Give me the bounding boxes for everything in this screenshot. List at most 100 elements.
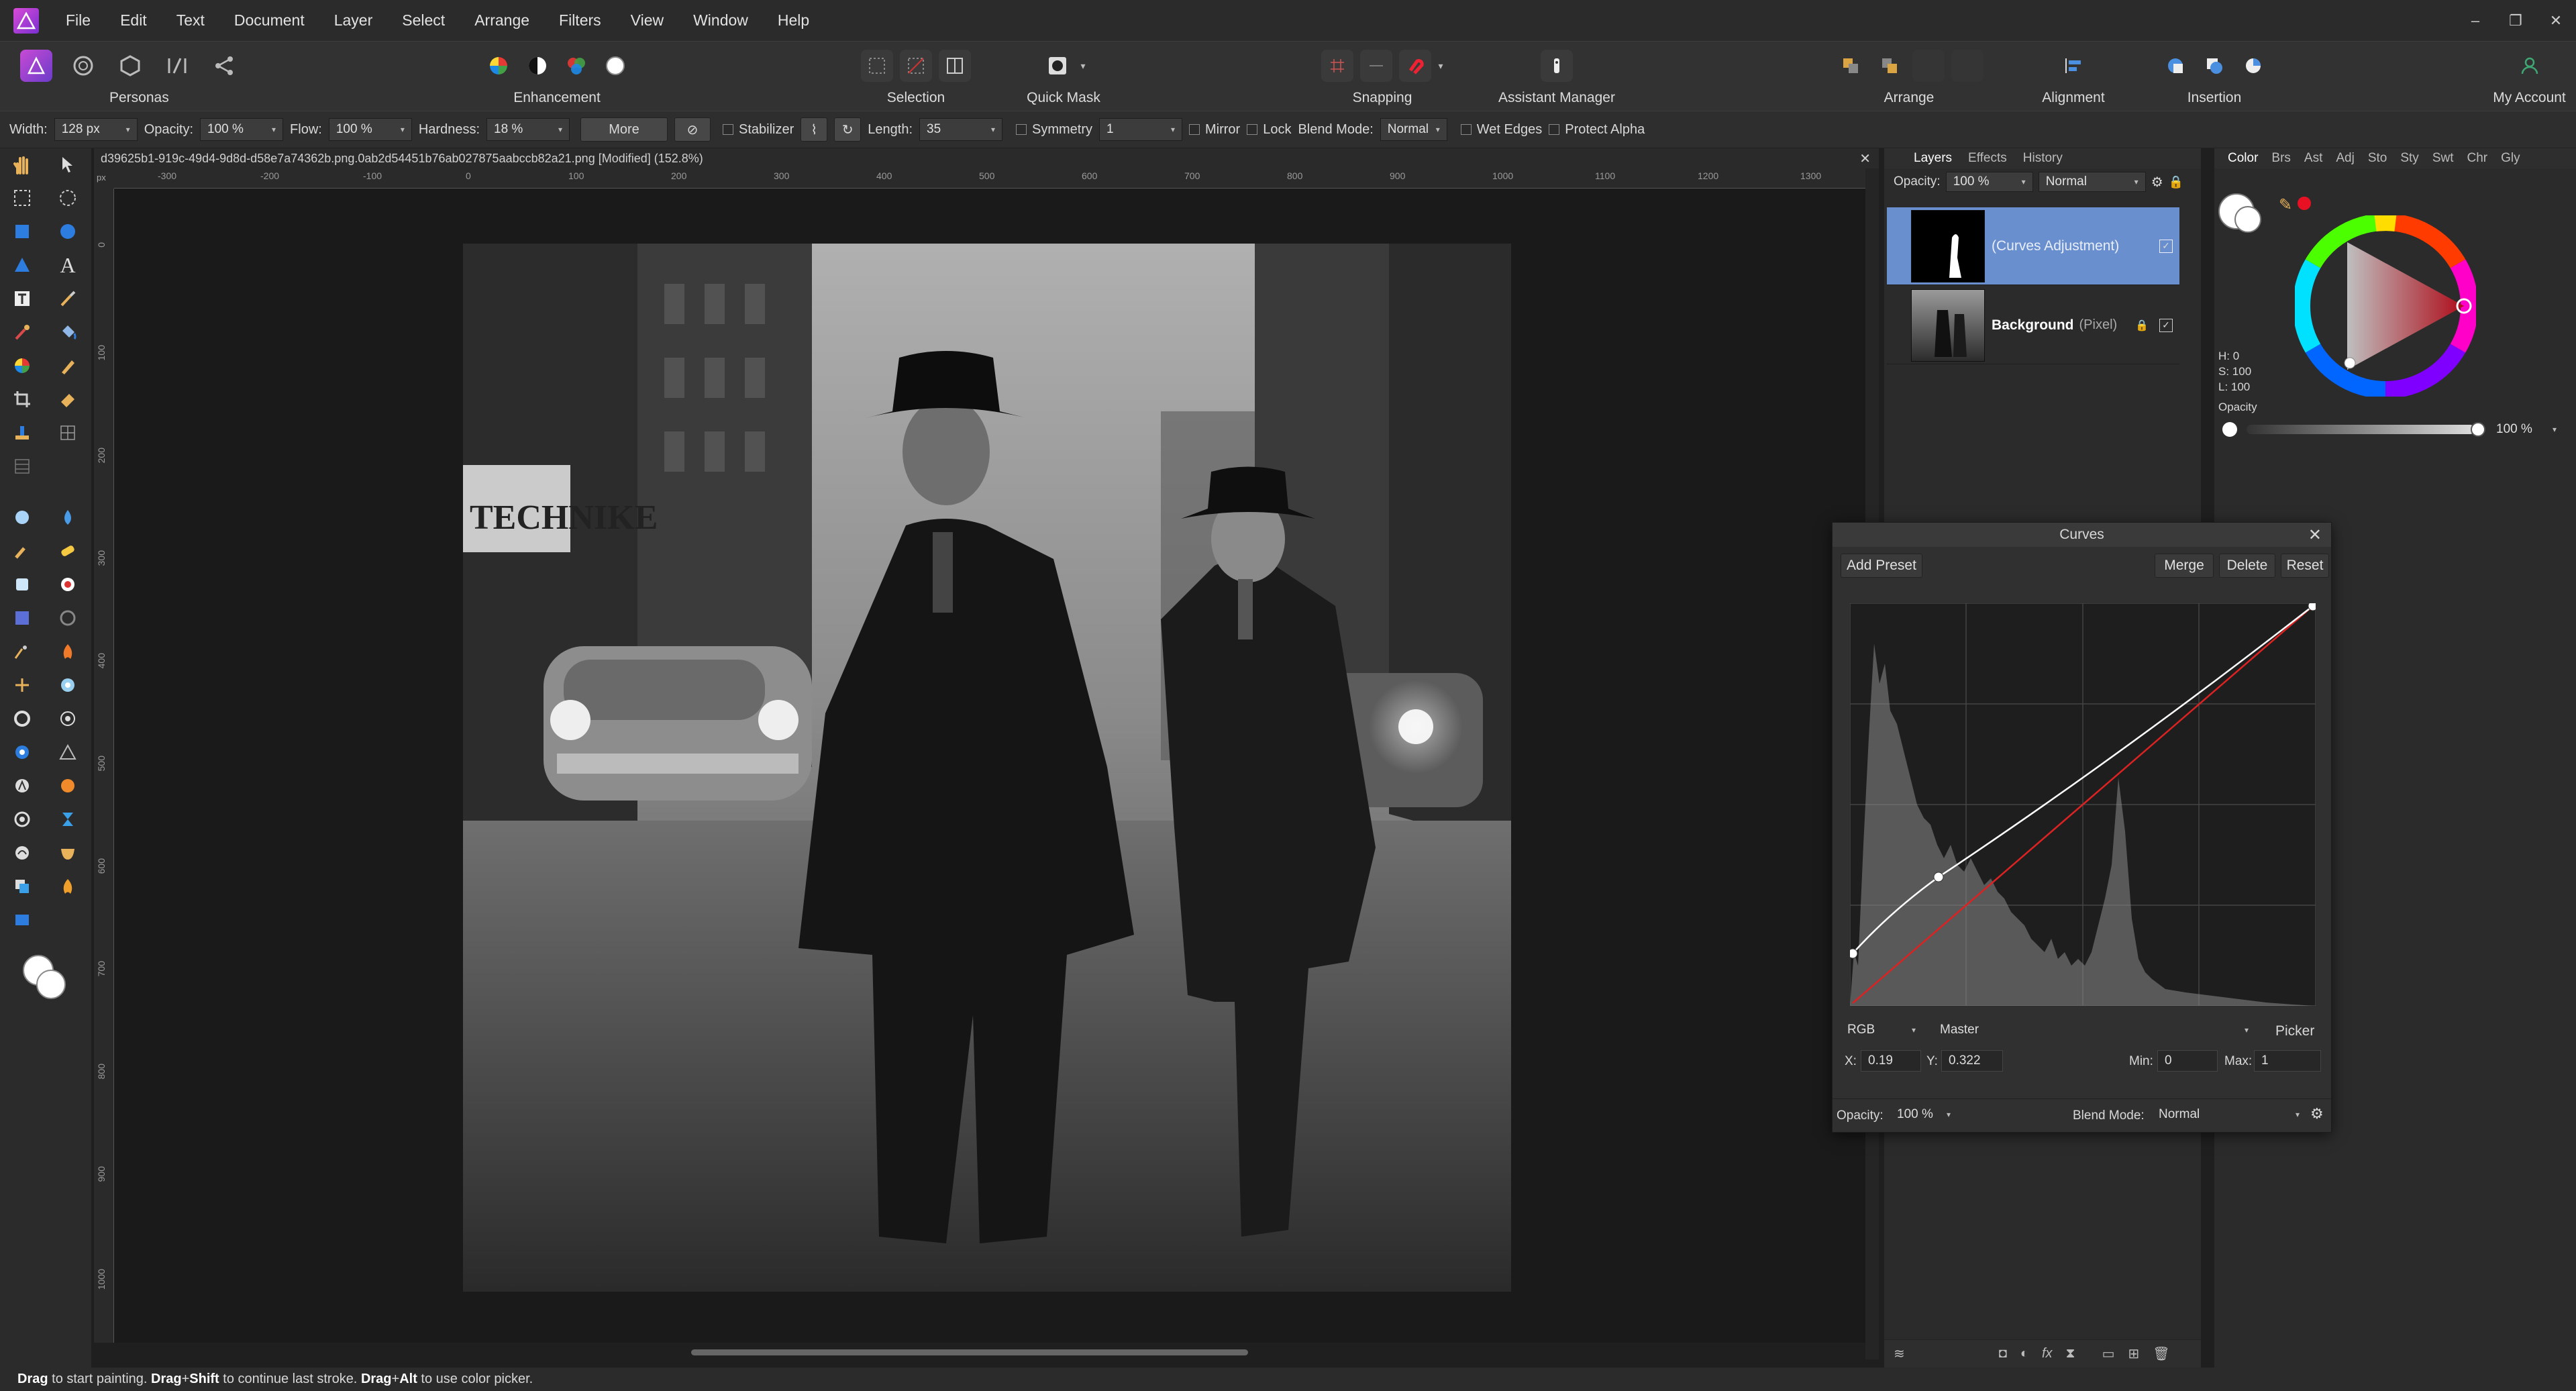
tab-styles[interactable]: Sty [2400, 151, 2418, 166]
layer-row-curves[interactable]: (Curves Adjustment) ✓ [1887, 207, 2179, 285]
white-balance-icon[interactable] [599, 50, 631, 82]
hourglass-tool-icon[interactable] [56, 808, 79, 831]
horizontal-scrollbar[interactable] [691, 1349, 1248, 1355]
gradient-tool-icon[interactable] [11, 741, 34, 764]
tab-brushes[interactable]: Brs [2271, 151, 2291, 166]
secondary-color-swatch[interactable] [36, 970, 66, 999]
reset-button[interactable]: Reset [2281, 554, 2329, 578]
lock-icon[interactable]: 🔒 [2135, 319, 2149, 332]
opacity-field[interactable]: 100 % ▾ [200, 118, 284, 141]
more-button[interactable]: More [580, 117, 668, 142]
menu-arrange[interactable]: Arrange [460, 0, 544, 41]
y-input[interactable]: 0.322 [1941, 1050, 2003, 1072]
document-tab[interactable]: d39625b1-919c-49d4-9d8d-d58e7a74362b.png… [94, 148, 1879, 168]
contrast-icon[interactable] [521, 50, 554, 82]
liquify-persona-icon[interactable] [67, 50, 99, 82]
tab-effects[interactable]: Effects [1968, 151, 2007, 166]
lock-icon[interactable]: 🔒 [2169, 175, 2183, 189]
gear-icon[interactable]: ⚙ [2151, 174, 2163, 191]
blend-mode-select[interactable]: Normal ▾ [1380, 118, 1447, 141]
tab-adjustments[interactable]: Adj [2336, 151, 2354, 166]
protect-alpha-checkbox[interactable]: Protect Alpha [1549, 122, 1645, 138]
paint-brush-tool-icon[interactable] [56, 287, 79, 310]
ellipse-tool-icon[interactable] [56, 220, 79, 243]
account-icon[interactable] [2514, 50, 2546, 82]
eyedropper-icon[interactable]: ✎ [2279, 195, 2292, 215]
insert-top-icon[interactable] [2198, 50, 2230, 82]
insert-inside-icon[interactable] [2237, 50, 2269, 82]
stamp-tool-icon[interactable] [11, 421, 34, 444]
sponge-tool-icon[interactable] [11, 674, 34, 697]
delete-button[interactable]: Delete [2219, 554, 2275, 578]
move-back-one-icon[interactable] [1873, 50, 1906, 82]
color-balance-icon[interactable] [560, 50, 593, 82]
color-opacity-field[interactable]: 100 % ▾ [2489, 419, 2563, 440]
pencil-tool-icon[interactable] [56, 354, 79, 377]
menu-text[interactable]: Text [162, 0, 219, 41]
live-filter-icon[interactable]: ⧗ [2066, 1346, 2075, 1361]
layers-stack-icon[interactable]: ≋ [1894, 1345, 1905, 1362]
vignette-tool-icon[interactable] [56, 707, 79, 730]
alignment-icon[interactable] [2057, 50, 2090, 82]
layer-row-background[interactable]: Background (Pixel) 🔒 ✓ [1887, 287, 2179, 364]
copy-tool-icon[interactable] [11, 875, 34, 898]
grid-icon[interactable] [1321, 50, 1354, 82]
menu-file[interactable]: File [51, 0, 105, 41]
text-tool-icon[interactable]: A [56, 253, 79, 277]
develop-persona-icon[interactable] [114, 50, 146, 82]
menu-view[interactable]: View [616, 0, 678, 41]
frequency-tool-icon[interactable] [56, 674, 79, 697]
opacity-slider-handle[interactable] [2471, 422, 2485, 437]
stroke-swatch[interactable] [2234, 206, 2261, 233]
tab-character[interactable]: Chr [2467, 151, 2488, 166]
color-picker-tool-icon[interactable] [11, 321, 34, 344]
current-color-dot[interactable] [2298, 197, 2311, 210]
bowl-tool-icon[interactable] [56, 841, 79, 864]
select-all-icon[interactable] [861, 50, 893, 82]
tab-layers[interactable]: Layers [1914, 151, 1952, 166]
x-input[interactable]: 0.19 [1861, 1050, 1921, 1072]
tab-assets[interactable]: Ast [2304, 151, 2322, 166]
mask-layer-icon[interactable]: ◘ [1999, 1346, 2007, 1361]
layer-visibility-checkbox[interactable]: ✓ [2159, 239, 2173, 253]
add-preset-button[interactable]: Add Preset [1841, 554, 1922, 578]
snapping-magnet-icon[interactable] [1399, 50, 1432, 82]
symmetry-count-field[interactable]: 1 ▾ [1099, 118, 1182, 141]
red-eye-tool-icon[interactable] [56, 573, 79, 596]
max-input[interactable]: 1 [2254, 1050, 2321, 1072]
spiral-tool-icon[interactable] [11, 808, 34, 831]
shape-a-tool-icon[interactable] [11, 774, 34, 797]
eraser-tool-icon[interactable] [56, 388, 79, 411]
menu-select[interactable]: Select [387, 0, 460, 41]
move-forward-one-icon[interactable] [1912, 50, 1945, 82]
menu-edit[interactable]: Edit [105, 0, 162, 41]
menu-document[interactable]: Document [219, 0, 319, 41]
delete-layer-icon[interactable]: 🗑 [2153, 1345, 2169, 1362]
frame-text-tool-icon[interactable] [11, 287, 34, 310]
move-tool-icon[interactable] [56, 153, 79, 176]
adjustment-icon[interactable]: ◐ [2020, 1346, 2028, 1361]
channel-select[interactable]: RGB ▾ [1841, 1019, 1922, 1041]
tone-mapping-persona-icon[interactable] [161, 50, 193, 82]
menu-help[interactable]: Help [763, 0, 824, 41]
mode-select[interactable]: Master ▾ [1933, 1019, 2255, 1041]
menu-window[interactable]: Window [678, 0, 763, 41]
selection-brush-icon[interactable] [11, 354, 34, 377]
flow-field[interactable]: 100 % ▾ [328, 118, 412, 141]
quick-mask-icon[interactable] [1041, 50, 1074, 82]
lens-tool-icon[interactable] [11, 707, 34, 730]
brush-settings-icon[interactable]: ⊘ [674, 117, 711, 142]
layer-visibility-checkbox[interactable]: ✓ [2159, 318, 2173, 332]
insert-behind-icon[interactable] [2159, 50, 2192, 82]
fill-tool-icon[interactable] [56, 321, 79, 344]
mesh-warp-tool-icon[interactable] [56, 421, 79, 444]
move-to-front-icon[interactable] [1951, 50, 1983, 82]
layer-blend-select[interactable]: Normal ▾ [2038, 172, 2146, 192]
wet-edges-checkbox[interactable]: Wet Edges [1460, 122, 1542, 138]
warp-tool-icon[interactable] [11, 841, 34, 864]
close-document-icon[interactable]: ✕ [1859, 150, 1871, 167]
group-icon[interactable]: ▭ [2102, 1345, 2115, 1362]
rectangle-marquee-icon[interactable] [11, 187, 34, 209]
assistant-icon[interactable] [1541, 50, 1573, 82]
levels-icon[interactable] [482, 50, 515, 82]
